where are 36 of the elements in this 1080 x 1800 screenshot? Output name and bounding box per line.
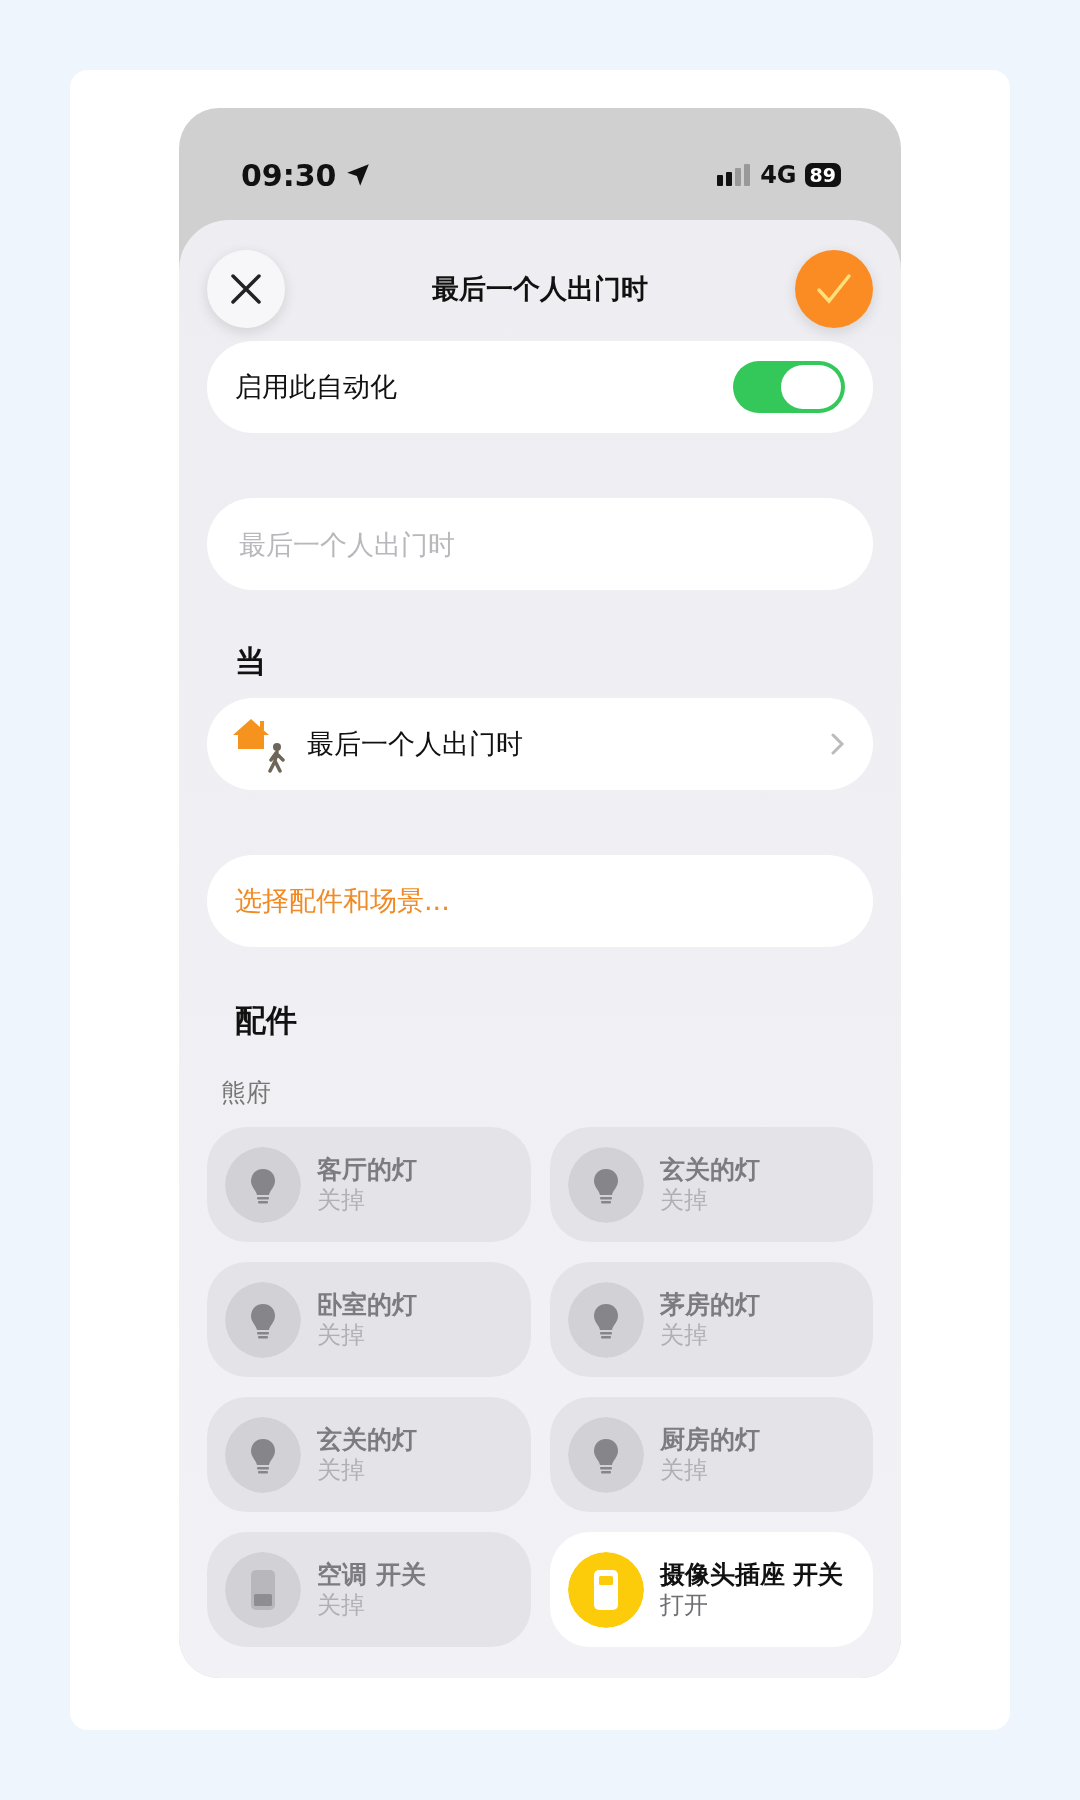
accessory-name: 茅房的灯 [659,1288,760,1321]
accessory-name: 厨房的灯 [659,1423,760,1456]
light-bulb-icon [225,1146,301,1223]
battery-level: 89 [804,162,841,188]
select-accessories-link[interactable]: 选择配件和场景... [235,880,450,922]
accessory-name: 卧室的灯 [317,1288,417,1321]
switch-icon [225,1551,301,1628]
accessory-name: 玄关的灯 [317,1423,417,1456]
accessory-name: 空调 开关 [317,1558,426,1591]
light-bulb-icon [567,1281,644,1358]
room-label: 熊府 [220,1076,272,1109]
window-title: 最后一个人出门时 [432,271,648,306]
accessory-tile[interactable]: 摄像头插座 开关 打开 [549,1532,873,1647]
signal-icon [716,163,753,187]
accessory-name: 摄像头插座 开关 [659,1558,844,1591]
enable-label: 启用此自动化 [235,369,397,404]
select-accessories-row[interactable]: 选择配件和场景... [207,855,873,947]
name-field[interactable]: 最后一个人出门时 [207,498,873,590]
trigger-label: 最后一个人出门时 [307,726,524,761]
light-bulb-icon [567,1146,644,1223]
accessory-name: 客厅的灯 [317,1153,417,1186]
close-icon [229,272,263,306]
light-bulb-icon [567,1416,644,1493]
accessory-name: 玄关的灯 [659,1153,760,1186]
section-heading: 配件 [234,1001,298,1040]
light-bulb-icon [225,1416,301,1493]
trigger-row[interactable]: 最后一个人出门时 [207,698,873,790]
section-heading: 当 [234,642,267,681]
status-time: 09:30 [241,156,337,195]
checkmark-icon [814,272,854,306]
network-type: 4G [760,160,797,191]
toggle-switch[interactable] [733,361,845,413]
light-bulb-icon [225,1281,301,1358]
switch-icon [567,1551,644,1628]
accessory-state: 打开 [659,1590,709,1621]
chevron-right-icon [831,733,845,755]
